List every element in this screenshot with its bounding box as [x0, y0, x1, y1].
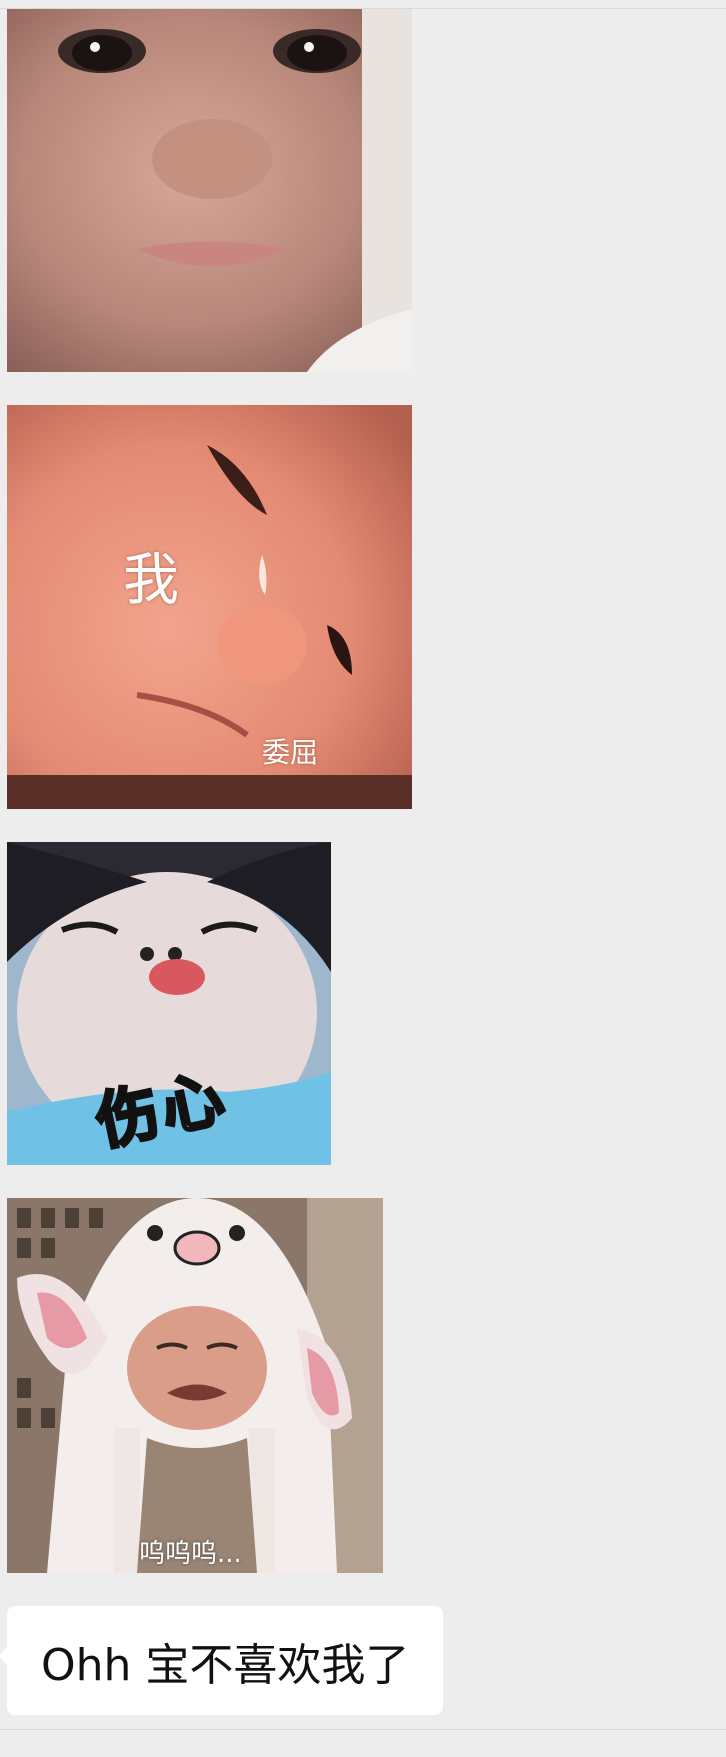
- sticker-message-1[interactable]: [7, 9, 412, 372]
- crying-baby-face-sticker-image: [7, 9, 412, 372]
- teary-baby-face-sticker-image: [7, 405, 412, 809]
- sticker-caption-small: 委屈: [262, 736, 319, 769]
- sticker-message-3[interactable]: 伤心: [7, 842, 331, 1165]
- sticker-message-4[interactable]: 呜呜呜...: [7, 1198, 383, 1573]
- text-message-bubble[interactable]: Ohh 宝不喜欢我了: [0, 1606, 444, 1715]
- message-text: Ohh 宝不喜欢我了: [41, 1639, 410, 1691]
- sticker-message-2[interactable]: 我 委屈: [7, 405, 412, 809]
- baby-bunny-hat-crying-sticker-image: [7, 1198, 383, 1573]
- sticker-caption: 呜呜呜...: [139, 1539, 242, 1569]
- bottom-divider: [0, 1729, 726, 1730]
- sticker-caption-large: 我: [123, 548, 179, 613]
